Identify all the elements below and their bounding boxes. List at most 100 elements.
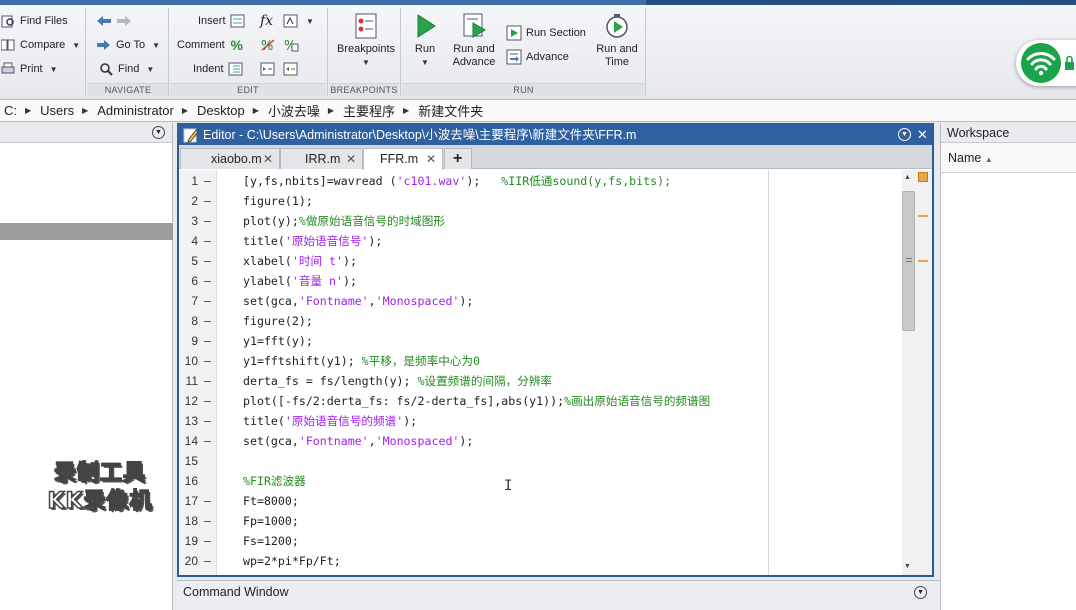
find-files-button[interactable]: Find Files [0, 11, 68, 31]
code-line[interactable]: 9– y1=fft(y); [179, 331, 902, 351]
scroll-up-arrow-icon[interactable]: ▲ [904, 174, 911, 181]
breakpoint-dash-marker[interactable]: – [204, 391, 211, 411]
breadcrumb-item[interactable]: 小波去噪 [268, 101, 320, 120]
insert-function-button[interactable]: fx [260, 11, 273, 31]
uncomment-button[interactable]: % [260, 35, 276, 55]
breadcrumb-item[interactable]: 新建文件夹 [418, 101, 483, 120]
analyzer-warning-indicator[interactable] [918, 172, 928, 182]
breakpoint-dash-marker[interactable]: – [204, 191, 211, 211]
code-text[interactable]: wp=2*pi*Fp/Ft; [243, 551, 341, 571]
code-line[interactable]: 19– Fs=1200; [179, 531, 902, 551]
code-line[interactable]: 6– ylabel('音量 n'); [179, 271, 902, 291]
tab-close-icon[interactable]: ✕ [263, 149, 273, 169]
code-text[interactable]: title('原始语音信号'); [243, 231, 382, 251]
print-button[interactable]: Print ▼ [0, 59, 58, 79]
indent-button[interactable]: Indent [193, 59, 244, 79]
advance-button[interactable]: Advance [506, 47, 569, 67]
code-text[interactable]: ylabel('音量 n'); [243, 271, 357, 291]
code-line[interactable]: 20– wp=2*pi*Fp/Ft; [179, 551, 902, 571]
code-line[interactable]: 2– figure(1); [179, 191, 902, 211]
breakpoint-dash-marker[interactable]: – [204, 331, 211, 351]
breakpoint-dash-marker[interactable]: – [204, 271, 211, 291]
editor-menu-chevron-icon[interactable]: ▼ [898, 128, 911, 141]
comment-button[interactable]: Comment % [177, 35, 245, 55]
code-text[interactable]: derta_fs = fs/length(y); %设置频谱的间隔，分辨率 [243, 371, 552, 391]
format-button[interactable]: ▼ [283, 11, 314, 31]
code-line[interactable]: 14– set(gca,'Fontname','Monospaced'); [179, 431, 902, 451]
code-line[interactable]: 17– Ft=8000; [179, 491, 902, 511]
breakpoint-dash-marker[interactable]: – [204, 351, 211, 371]
warning-marker[interactable] [918, 260, 928, 262]
code-text[interactable]: figure(2); [243, 311, 313, 331]
code-text[interactable]: Fp=1000; [243, 511, 299, 531]
code-text[interactable]: title('原始语音信号的频谱'); [243, 411, 417, 431]
code-text[interactable]: figure(1); [243, 191, 313, 211]
code-line[interactable]: 1– [y,fs,nbits]=wavread ('c101.wav'); %II… [179, 171, 902, 191]
code-line[interactable]: 8– figure(2); [179, 311, 902, 331]
command-window[interactable]: Command Window ▼ [177, 580, 940, 610]
code-text[interactable]: xlabel('时间 t'); [243, 251, 357, 271]
breakpoint-dash-marker[interactable]: – [204, 511, 211, 531]
code-line[interactable]: 7– set(gca,'Fontname','Monospaced'); [179, 291, 902, 311]
code-line[interactable]: 3– plot(y);%做原始语音信号的时域图形 [179, 211, 902, 231]
code-text[interactable]: plot([-fs/2:derta_fs: fs/2-derta_fs],abs… [243, 391, 710, 411]
code-text[interactable]: y1=fft(y); [243, 331, 313, 351]
current-folder-address-bar[interactable]: C: ▶ Users ▶ Administrator ▶ Desktop ▶ 小… [0, 100, 1076, 122]
warning-marker[interactable] [918, 215, 928, 217]
tab-xiaobo[interactable]: xiaobo.m ✕ [180, 148, 280, 169]
breakpoint-dash-marker[interactable]: – [204, 431, 211, 451]
code-text[interactable]: [y,fs,nbits]=wavread ('c101.wav'); %IIR低… [243, 171, 671, 191]
run-button[interactable]: Run ▼ [408, 12, 442, 69]
breadcrumb-item[interactable]: Desktop [197, 103, 245, 118]
panel-menu-chevron-icon[interactable]: ▼ [152, 126, 165, 139]
breakpoint-dash-marker[interactable]: – [204, 371, 211, 391]
code-line[interactable]: 12– plot([-fs/2:derta_fs: fs/2-derta_fs],… [179, 391, 902, 411]
code-line[interactable]: 11– derta_fs = fs/length(y); %设置频谱的间隔，分辨率 [179, 371, 902, 391]
code-line[interactable]: 18– Fp=1000; [179, 511, 902, 531]
tab-irr[interactable]: IRR.m ✕ [280, 148, 363, 169]
wrap-comments-button[interactable]: % [283, 35, 299, 55]
run-section-button[interactable]: Run Section [506, 23, 586, 43]
wifi-status-widget[interactable] [1016, 40, 1076, 86]
editor-close-icon[interactable]: ✕ [917, 125, 928, 145]
code-text[interactable]: plot(y);%做原始语音信号的时域图形 [243, 211, 445, 231]
command-window-menu-chevron-icon[interactable]: ▼ [914, 586, 927, 599]
go-to-button[interactable]: Go To ▼ [96, 35, 160, 55]
insert-button[interactable]: Insert [198, 11, 246, 31]
breakpoint-dash-marker[interactable]: – [204, 171, 211, 191]
scroll-down-arrow-icon[interactable]: ▼ [904, 563, 911, 570]
code-area[interactable]: 1– [y,fs,nbits]=wavread ('c101.wav'); %II… [179, 170, 902, 575]
nav-back-forward[interactable] [96, 11, 132, 31]
code-line[interactable]: 10– y1=fftshift(y1); %平移，是频率中心为0 [179, 351, 902, 371]
scrollbar-thumb[interactable] [902, 191, 915, 331]
breakpoints-button[interactable]: Breakpoints ▼ [335, 12, 397, 69]
breakpoint-dash-marker[interactable]: – [204, 491, 211, 511]
find-button[interactable]: Find ▼ [98, 59, 154, 79]
breakpoint-dash-marker[interactable]: – [204, 411, 211, 431]
run-and-advance-button[interactable]: Run and Advance [447, 12, 501, 69]
address-root[interactable]: C: [4, 103, 17, 118]
breakpoint-dash-marker[interactable]: – [204, 291, 211, 311]
decrease-indent-button[interactable] [283, 59, 299, 79]
breakpoint-dash-marker[interactable]: – [204, 251, 211, 271]
code-text[interactable]: Ft=8000; [243, 491, 299, 511]
code-line[interactable]: 16 %FIR滤波器 [179, 471, 902, 491]
new-tab-button[interactable]: + [444, 148, 472, 169]
breakpoint-dash-marker[interactable]: – [204, 231, 211, 251]
code-line[interactable]: 13– title('原始语音信号的频谱'); [179, 411, 902, 431]
breadcrumb-item[interactable]: Administrator [97, 103, 174, 118]
increase-indent-button[interactable] [260, 59, 276, 79]
code-line[interactable]: 5– xlabel('时间 t'); [179, 251, 902, 271]
code-line[interactable]: 4– title('原始语音信号'); [179, 231, 902, 251]
tab-close-icon[interactable]: ✕ [426, 149, 436, 169]
breadcrumb-item[interactable]: 主要程序 [343, 101, 395, 120]
compare-button[interactable]: Compare ▼ [0, 35, 80, 55]
selected-file-row[interactable] [0, 223, 173, 240]
breakpoint-dash-marker[interactable]: – [204, 531, 211, 551]
breakpoint-dash-marker[interactable]: – [204, 311, 211, 331]
code-text[interactable]: %FIR滤波器 [243, 471, 306, 491]
code-line[interactable]: 15 [179, 451, 902, 471]
run-and-time-button[interactable]: Run and Time [592, 12, 642, 69]
breadcrumb-item[interactable]: Users [40, 103, 74, 118]
breakpoint-dash-marker[interactable]: – [204, 551, 211, 571]
